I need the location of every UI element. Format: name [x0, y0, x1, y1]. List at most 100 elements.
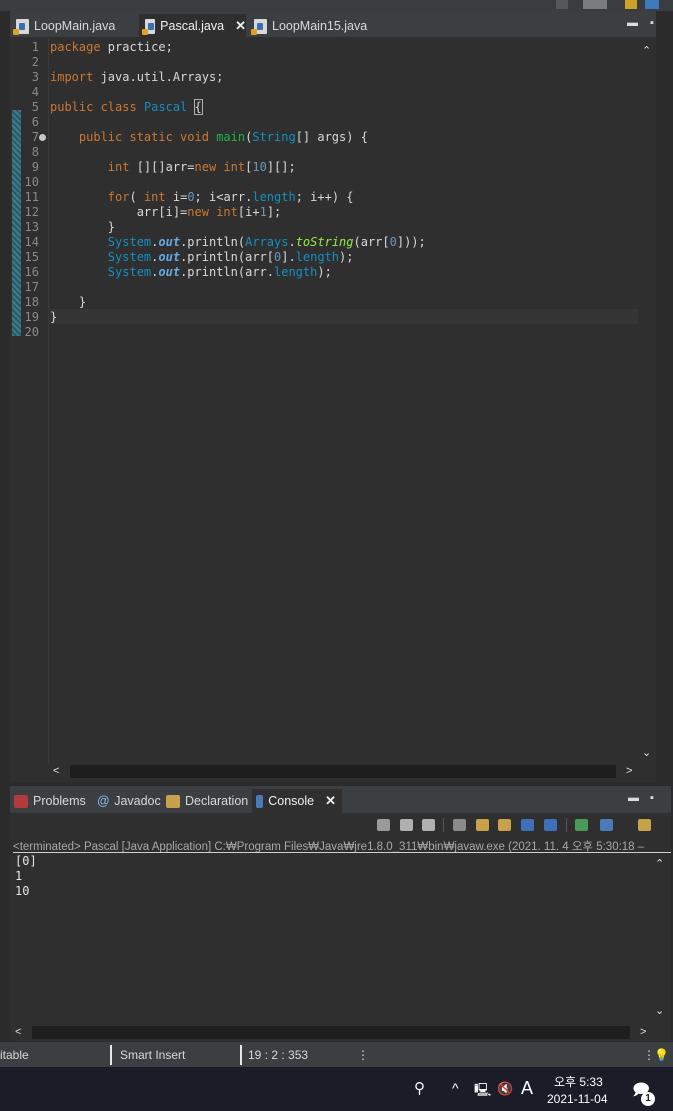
scroll-down-arrow[interactable]: ⌄: [642, 746, 651, 759]
code-line: package practice;: [50, 40, 173, 54]
code-line: public class Pascal {: [50, 99, 203, 115]
status-more-icon[interactable]: ⋮: [357, 1048, 369, 1062]
clock-date[interactable]: 2021-11-04: [547, 1092, 608, 1106]
java-file-icon: [251, 18, 267, 35]
maximize-icon[interactable]: ▪: [650, 17, 654, 29]
clear-console-icon[interactable]: [453, 819, 466, 831]
line-number: 16: [24, 265, 39, 279]
editor-tab-bar: LoopMain.java Pascal.java ✕ LoopMain15.j…: [10, 11, 656, 38]
scroll-up-arrow[interactable]: ⌃: [655, 857, 664, 870]
console-toolbar: [10, 813, 671, 837]
editor-vertical-scrollbar[interactable]: ⌃ ⌄: [638, 38, 656, 763]
change-marker-bar: [12, 110, 21, 336]
minimize-icon[interactable]: ▬: [628, 792, 639, 804]
code-line: System.out.println(arr.length);: [107, 265, 332, 279]
scroll-up-arrow[interactable]: ⌃: [642, 44, 651, 57]
toolbar-perspective-icon[interactable]: [583, 0, 607, 9]
remove-all-terminated-icon[interactable]: [422, 819, 435, 831]
network-icon[interactable]: 🖳: [474, 1081, 491, 1103]
declaration-icon: [166, 794, 180, 808]
code-line: System.out.println(arr[0].length);: [107, 250, 354, 264]
code-text-area[interactable]: package practice; import java.util.Array…: [50, 38, 638, 763]
gutter-divider: [48, 38, 49, 763]
code-line: for( int i=0; i<arr.length; i++) {: [107, 190, 354, 204]
output-line: 10: [15, 884, 30, 898]
scroll-down-arrow[interactable]: ⌄: [655, 1004, 664, 1017]
toolbar-search-icon[interactable]: [556, 0, 568, 9]
fold-collapse-icon[interactable]: [39, 134, 46, 141]
line-number: 17: [24, 280, 39, 294]
output-line: 1: [15, 869, 23, 883]
tab-declaration[interactable]: Declaration: [162, 789, 254, 813]
tab-loopmain[interactable]: LoopMain.java: [10, 14, 140, 38]
word-wrap-icon[interactable]: [498, 819, 511, 831]
tab-console[interactable]: Console ✕: [252, 789, 342, 813]
status-bar: itable Smart Insert 19 : 2 : 353 ⋮ ⋮ 💡: [0, 1041, 673, 1067]
open-console-icon[interactable]: [638, 819, 651, 831]
tab-pascal[interactable]: Pascal.java ✕: [139, 14, 246, 38]
clock-time[interactable]: 오후 5:33: [554, 1073, 603, 1090]
tab-javadoc[interactable]: @ Javadoc: [93, 789, 161, 813]
minimize-icon[interactable]: ▬: [627, 17, 638, 29]
cursor-position-status: 19 : 2 : 353: [248, 1048, 309, 1062]
line-number: 13: [24, 220, 39, 234]
remove-launch-icon[interactable]: [400, 819, 413, 831]
tab-label: LoopMain.java: [34, 19, 116, 33]
scroll-left-arrow[interactable]: <: [15, 1026, 21, 1038]
show-on-output-icon[interactable]: [521, 819, 534, 831]
scroll-left-arrow[interactable]: <: [53, 765, 59, 777]
tab-problems[interactable]: Problems: [10, 789, 92, 813]
line-number: 19: [24, 310, 39, 324]
line-number: 10: [24, 175, 39, 189]
code-editor: LoopMain.java Pascal.java ✕ LoopMain15.j…: [10, 11, 656, 782]
scroll-lock-icon[interactable]: [476, 819, 489, 831]
java-file-icon: [13, 18, 29, 35]
insert-mode-status: Smart Insert: [120, 1048, 186, 1062]
display-console-icon[interactable]: [600, 819, 613, 831]
code-line: }: [50, 220, 116, 234]
java-file-icon: [142, 18, 156, 35]
line-number: 2: [31, 55, 39, 69]
editor-horizontal-scrollbar[interactable]: < >: [48, 763, 638, 781]
line-number-gutter: 1 2 3 4 5 6 7 8 9 10 11 12 13 14 15 16 1…: [10, 38, 48, 763]
toolbar-debug-perspective-icon[interactable]: [645, 0, 659, 9]
speaker-muted-icon[interactable]: 🔇: [497, 1081, 513, 1097]
code-line: }: [50, 310, 58, 324]
console-horizontal-scrollbar[interactable]: < >: [10, 1024, 651, 1041]
writable-status: itable: [0, 1048, 29, 1062]
line-number: 18: [24, 295, 39, 309]
line-number: 12: [24, 205, 39, 219]
scroll-right-arrow[interactable]: >: [640, 1026, 646, 1038]
scroll-right-arrow[interactable]: >: [626, 765, 632, 777]
close-icon[interactable]: ✕: [235, 18, 246, 34]
tab-loopmain15[interactable]: LoopMain15.java: [248, 14, 378, 38]
show-on-error-icon[interactable]: [544, 819, 557, 831]
pin-console-icon[interactable]: [575, 819, 588, 831]
toolbar-java-perspective-icon[interactable]: [625, 0, 637, 9]
console-view: Problems @ Javadoc Declaration Console ✕…: [10, 786, 671, 1041]
output-line: [0]: [15, 854, 37, 868]
ime-indicator[interactable]: A: [521, 1078, 533, 1099]
code-line: arr[i]=new int[i+1];: [136, 205, 282, 219]
code-line: public static void main(String[] args) {: [78, 130, 368, 144]
console-icon: [256, 794, 264, 808]
lightbulb-icon[interactable]: 💡: [654, 1048, 669, 1062]
line-number: 8: [31, 145, 39, 159]
code-line: import java.util.Arrays;: [50, 70, 224, 84]
current-line-highlight: [50, 309, 638, 324]
scrollbar-thumb[interactable]: [70, 765, 616, 778]
scrollbar-thumb[interactable]: [32, 1026, 630, 1039]
problems-icon: [14, 794, 28, 808]
line-number: 20: [24, 325, 39, 339]
line-number: 9: [31, 160, 39, 174]
console-output[interactable]: [0] 1 10: [13, 854, 650, 1024]
line-number: 6: [31, 115, 39, 129]
terminate-icon[interactable]: [377, 819, 390, 831]
line-number: 4: [31, 85, 39, 99]
close-icon[interactable]: ✕: [325, 793, 336, 809]
chevron-up-icon[interactable]: ^: [452, 1080, 459, 1096]
console-vertical-scrollbar[interactable]: ⌃ ⌄: [651, 854, 669, 1024]
people-icon[interactable]: ⚲: [414, 1079, 425, 1097]
maximize-icon[interactable]: ▪: [650, 792, 654, 804]
code-line: System.out.println(Arrays.toString(arr[0…: [107, 235, 426, 249]
